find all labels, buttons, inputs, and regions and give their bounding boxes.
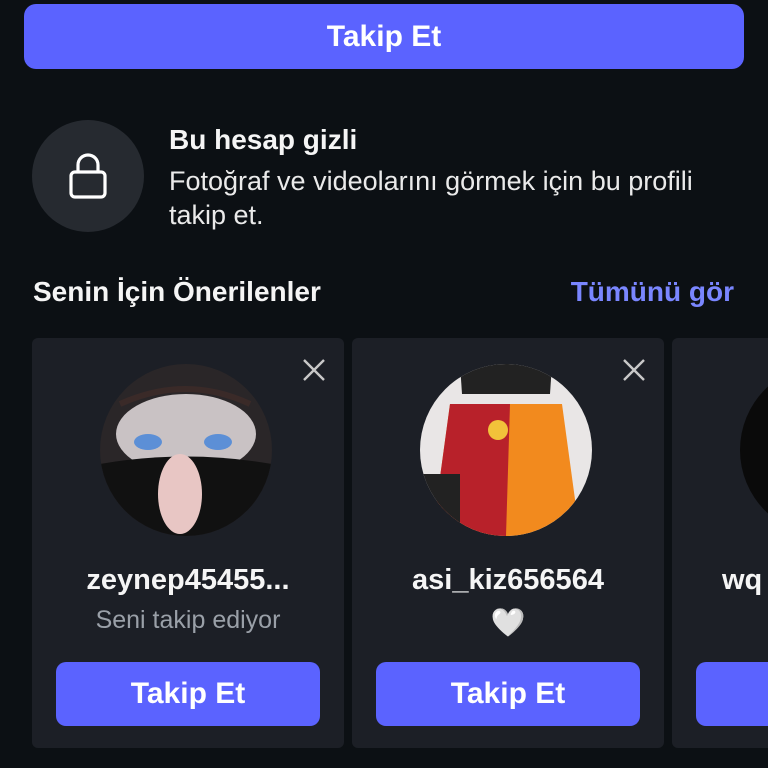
suggestion-card[interactable]: asi_kiz656564 🤍 Takip Et	[352, 338, 664, 748]
close-icon[interactable]	[620, 356, 648, 384]
card-follow-button[interactable]: Takip Et	[56, 662, 320, 726]
card-subtitle: Seni takip ediyor	[95, 606, 281, 634]
suggestion-card[interactable]: zeynep45455... Seni takip ediyor Takip E…	[32, 338, 344, 748]
card-username[interactable]: asi_kiz656564	[352, 564, 664, 597]
suggestions-carousel[interactable]: zeynep45455... Seni takip ediyor Takip E…	[32, 338, 768, 750]
close-icon[interactable]	[300, 356, 328, 384]
card-follow-button[interactable]: Takip Et	[376, 662, 640, 726]
private-title: Bu hesap gizli	[169, 124, 358, 155]
card-username[interactable]: zeynep45455...	[32, 564, 344, 597]
suggestions-title: Senin İçin Önerilenler	[33, 276, 321, 307]
follow-button[interactable]: Takip Et	[24, 4, 744, 69]
card-follow-button[interactable]	[696, 662, 768, 726]
card-username[interactable]: wq	[722, 564, 762, 597]
avatar[interactable]	[100, 364, 272, 536]
avatar[interactable]	[420, 364, 592, 536]
suggestion-card[interactable]: wq	[672, 338, 768, 748]
avatar-image	[420, 364, 592, 536]
white-heart-icon: 🤍	[490, 607, 526, 638]
private-description: Fotoğraf ve videolarını görmek için bu p…	[169, 166, 693, 230]
avatar-image	[100, 364, 272, 536]
lock-icon-badge	[32, 120, 144, 232]
lock-icon	[69, 153, 107, 199]
see-all-link[interactable]: Tümünü gör	[571, 276, 734, 308]
avatar[interactable]	[740, 364, 768, 536]
private-account-notice: Bu hesap gizli Fotoğraf ve videolarını g…	[32, 120, 732, 240]
